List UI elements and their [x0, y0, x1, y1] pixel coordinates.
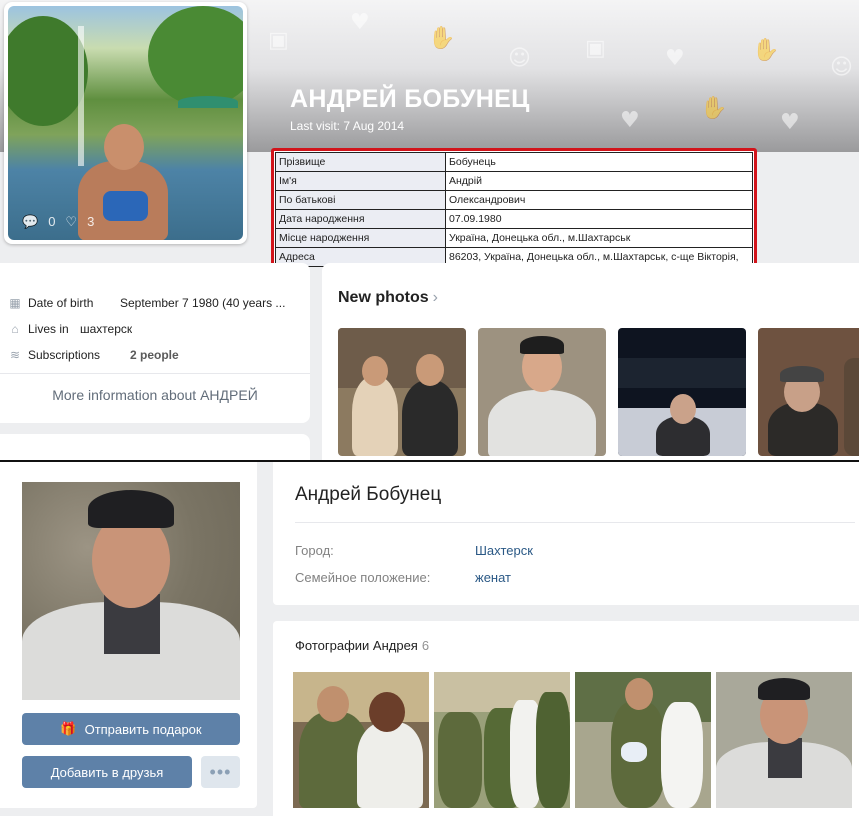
new-photos-title[interactable]: New photos ›: [338, 289, 438, 307]
like-icon: ✋: [752, 38, 780, 63]
profile-avatar-photo[interactable]: [22, 482, 240, 700]
personal-data-key: Прізвище: [275, 152, 446, 172]
comments-count: 0: [48, 214, 56, 229]
family-label: Семейное положение:: [295, 570, 431, 585]
profile-details-card: ▦ Date of birth September 7 1980 (40 yea…: [0, 263, 310, 423]
more-info-link[interactable]: More information about АНДРЕЙ: [0, 373, 310, 423]
family-link[interactable]: женат: [475, 570, 511, 585]
send-gift-label: Отправить подарок: [84, 721, 202, 737]
photo-thumbnail[interactable]: [716, 672, 852, 808]
bottom-screenshot: 🎁 Отправить подарок Добавить в друзья ••…: [0, 462, 859, 816]
photo-thumbnail[interactable]: [618, 328, 746, 456]
new-photos-card: New photos ›: [322, 263, 859, 460]
photo-icon: ▣: [585, 36, 606, 61]
rss-icon: ≋: [9, 348, 21, 362]
photos-count: 6: [421, 638, 430, 653]
add-friend-button[interactable]: Добавить в друзья: [22, 756, 192, 788]
personal-data-key: По батькові: [275, 190, 446, 210]
lives-value[interactable]: шахтерск: [80, 322, 132, 336]
city-link[interactable]: Шахтерск: [475, 543, 533, 558]
personal-data-row: Місце народження Україна, Донецька обл., …: [275, 228, 753, 248]
personal-data-key: Місце народження: [275, 228, 446, 248]
profile-left-column: 🎁 Отправить подарок Добавить в друзья ••…: [0, 462, 257, 808]
profile-name: АНДРЕЙ БОБУНЕЦ: [290, 85, 530, 113]
smile-icon: ☺: [508, 46, 531, 71]
divider: [295, 522, 855, 523]
family-row: Семейное положение: женат: [295, 570, 511, 585]
profile-info-card: Андрей Бобунец Город: Шахтерск Семейное …: [273, 462, 859, 605]
chevron-right-icon: ›: [432, 289, 438, 306]
heart-icon: ♥: [350, 10, 370, 35]
home-icon: ⌂: [11, 322, 19, 336]
subs-label: Subscriptions: [28, 348, 101, 362]
gift-icon: 🎁: [60, 721, 77, 736]
last-visit: Last visit: 7 Aug 2014: [290, 119, 405, 133]
heart-icon: ♥: [780, 110, 800, 135]
photo-thumbnail[interactable]: [338, 328, 466, 456]
lives-row: ⌂ Lives in шахтерск: [8, 322, 132, 336]
likes-count: 3: [87, 214, 95, 229]
subs-row[interactable]: ≋ Subscriptions 2 people: [8, 348, 179, 362]
personal-data-key: Дата народження: [275, 209, 446, 229]
top-screenshot: ▣ ✋ ☺ ▣ ♥ ✋ ☺ ♥ ♥ ✋ ♥ 💬 0 ♡ 3 АНДРЕЙ БОБ…: [0, 0, 859, 460]
empty-card: [0, 434, 310, 460]
photos-title-label: Фотографии Андрея: [295, 638, 418, 653]
personal-data-row: Ім'я Андрій: [275, 171, 753, 191]
like-icon: ✋: [700, 96, 728, 121]
birth-row: ▦ Date of birth September 7 1980 (40 yea…: [8, 296, 285, 310]
birth-label: Date of birth: [28, 296, 94, 310]
personal-data-row: Дата народження 07.09.1980: [275, 209, 753, 229]
photo-thumbnail[interactable]: [434, 672, 570, 808]
avatar-stats: 💬 0 ♡ 3: [22, 214, 94, 230]
personal-data-key: Ім'я: [275, 171, 446, 191]
comment-icon: 💬: [22, 214, 39, 229]
profile-avatar-photo[interactable]: 💬 0 ♡ 3: [8, 6, 243, 240]
send-gift-button[interactable]: 🎁 Отправить подарок: [22, 713, 240, 745]
smile-icon: ☺: [830, 55, 853, 80]
more-actions-button[interactable]: •••: [201, 756, 240, 788]
photo-thumbnail[interactable]: [575, 672, 711, 808]
photo-thumbnail[interactable]: [293, 672, 429, 808]
photos-title[interactable]: Фотографии Андрея 6: [295, 638, 429, 653]
lives-label: Lives in: [28, 322, 69, 336]
personal-data-table: Прізвище Бобунець Ім'я Андрій По батькові Оле…: [271, 148, 757, 267]
personal-data-value: 07.09.1980: [445, 209, 753, 229]
new-photos-label: New photos: [338, 289, 429, 306]
photo-thumbnail[interactable]: [478, 328, 606, 456]
city-row: Город: Шахтерск: [295, 543, 533, 558]
photo-thumbnail[interactable]: [758, 328, 859, 456]
like-icon: ♡: [65, 214, 78, 229]
personal-data-value: Олександрович: [445, 190, 753, 210]
profile-avatar-card[interactable]: 💬 0 ♡ 3: [4, 2, 247, 244]
city-label: Город:: [295, 543, 334, 558]
photo-icon: ▣: [268, 28, 289, 53]
personal-data-value: Україна, Донецька обл., м.Шахтарськ: [445, 228, 753, 248]
profile-photos-card: Фотографии Андрея 6: [273, 621, 859, 816]
birth-value: September 7 1980 (40 years ...: [120, 296, 286, 310]
personal-data-row: Прізвище Бобунець: [275, 152, 753, 172]
like-icon: ✋: [428, 26, 456, 51]
heart-icon: ♥: [665, 46, 685, 71]
profile-name: Андрей Бобунец: [295, 484, 442, 505]
heart-icon: ♥: [620, 108, 640, 133]
personal-data-row: По батькові Олександрович: [275, 190, 753, 210]
calendar-icon: ▦: [9, 296, 21, 310]
personal-data-value: Андрій: [445, 171, 753, 191]
subs-value[interactable]: 2 people: [130, 348, 179, 362]
personal-data-value: Бобунець: [445, 152, 753, 172]
